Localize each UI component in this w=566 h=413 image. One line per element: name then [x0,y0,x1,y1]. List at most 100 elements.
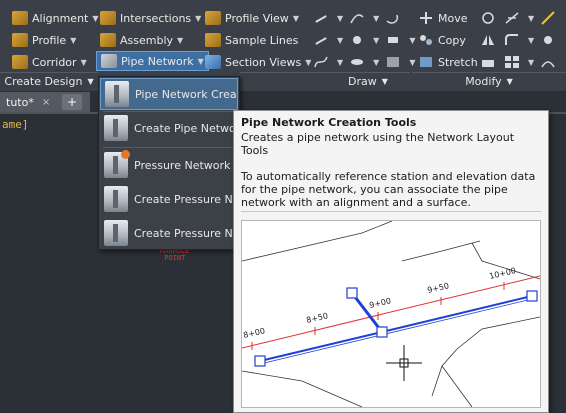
pipe-network-button[interactable]: Pipe Network ▼ [96,51,209,71]
scale-button[interactable]: ▼ [480,52,560,72]
menu-item-label: Create Pressure Netwo [134,226,238,240]
pipe-network-tools-icon [105,81,129,107]
chevron-down-icon: ▼ [373,35,380,45]
section-views-icon [205,55,221,69]
trim-icon [504,11,520,25]
chevron-down-icon: ▼ [506,77,513,86]
pipe-network-from-object-icon [104,115,128,141]
copy-label: Copy [438,33,466,47]
mirror-icon [480,33,496,47]
draw-panel-bar[interactable]: Draw ▼ [240,72,410,90]
new-tab-button[interactable]: + [62,94,82,110]
move-icon [418,11,434,25]
rotate-icon [480,11,496,25]
sample-lines-label: Sample Lines [225,33,299,47]
menu-item-pressure-network-creation-tools[interactable]: Pressure Network Crea [100,149,238,181]
structure [346,287,358,299]
menu-item-create-pressure-network-from-object[interactable]: Create Pressure Netwo [100,183,238,215]
sample-lines-icon [205,33,221,47]
profile-view-label: Profile View [225,11,289,25]
alignment-icon [12,11,28,25]
tooltip-description: Creates a pipe network using the Network… [241,131,515,157]
pipe-offset [259,298,533,365]
station-label: 9+00 [368,296,391,310]
create-design-panel-bar[interactable]: Create Design ▼ [0,72,98,90]
station-ticks [251,282,505,350]
draw-line-button[interactable]: ▼ ▼ [313,8,405,28]
intersections-button[interactable]: Intersections ▼ [100,8,201,28]
copy-button[interactable]: Copy [418,30,466,50]
chevron-down-icon: ▼ [373,57,380,67]
draw-label: Draw [348,75,377,88]
line-icon [313,11,329,25]
structure [526,290,538,302]
property-line [441,365,473,408]
menu-separator [103,147,235,148]
menu-item-pipe-network-creation-tools[interactable]: Pipe Network Creation Tools [100,78,238,110]
pipe-network-preview: 8+00 8+50 9+00 9+50 10+00 [241,220,541,408]
rectangle-icon [385,33,401,47]
station-label: 9+50 [426,281,449,295]
mirror-button[interactable]: ▼ [480,30,560,50]
spline-icon [313,55,329,69]
stretch-button[interactable]: Stretch [418,52,478,72]
chevron-down-icon: ▼ [337,13,344,23]
station-label: 8+00 [242,326,265,340]
tooltip-preview-image: 8+00 8+50 9+00 9+50 10+00 [241,220,541,408]
pressure-network-tools-icon [104,150,130,178]
stretch-icon [418,55,434,69]
drawing-text: ame] [2,118,29,131]
move-label: Move [438,11,468,25]
plus-icon: + [66,95,78,109]
property-line [241,220,393,262]
ellipse-icon [349,55,365,69]
structure [376,326,388,338]
section-views-button[interactable]: Section Views ▼ [205,52,311,72]
chevron-down-icon: ▼ [373,13,380,23]
close-icon[interactable]: × [42,97,50,108]
profile-icon [12,33,28,47]
rotate-button[interactable]: ▼ [480,8,560,28]
chevron-down-icon: ▼ [80,57,87,67]
profile-button[interactable]: Profile ▼ [12,30,76,50]
chevron-down-icon: ▼ [337,57,344,67]
pipe-network-icon [101,54,117,68]
station-label: 10+00 [488,266,516,281]
create-design-label: Create Design [4,75,83,88]
section-views-label: Section Views [225,55,302,69]
alignment-line [241,275,541,349]
sample-lines-button[interactable]: Sample Lines [205,30,298,50]
structure [254,355,266,367]
profile-view-button[interactable]: Profile View ▼ [205,8,299,28]
extend-icon [540,11,556,25]
chevron-down-icon: ▼ [87,77,94,86]
marker-line-2: POINT [164,254,186,262]
assembly-button[interactable]: Assembly ▼ [100,30,183,50]
draw-misc-button[interactable]: ▼ ▼ ▼ [313,52,415,72]
assembly-label: Assembly [120,33,174,47]
circle-icon [349,33,365,47]
corridor-icon [12,55,28,69]
alignment-button[interactable]: Alignment ▼ [12,8,99,28]
menu-item-label: Pipe Network Creation Tools [135,87,237,101]
corridor-button[interactable]: Corridor ▼ [12,52,87,72]
arc-icon [385,11,401,25]
chevron-down-icon: ▼ [305,57,312,67]
chevron-down-icon: ▼ [337,35,344,45]
copy-icon [418,33,434,47]
chevron-down-icon: ▼ [197,56,204,66]
menu-item-label: Create Pipe Network fr [134,121,238,135]
pipe-network-label: Pipe Network [121,54,194,68]
array-icon [504,55,520,69]
menu-item-create-pipe-network-from-object[interactable]: Create Pipe Network fr [100,112,238,144]
draw-hatch-button[interactable]: ▼ ▼ ▼ [313,30,415,50]
chevron-down-icon: ▼ [528,13,535,23]
menu-item-create-pressure-network-from-pipe-network[interactable]: Create Pressure Netwo [100,217,238,249]
pipe-network-dropdown: Pipe Network Creation Tools Create Pipe … [98,76,240,250]
modify-panel-bar[interactable]: Modify ▼ [412,72,566,90]
move-button[interactable]: Move [418,8,468,28]
tooltip-title: Pipe Network Creation Tools [241,116,417,129]
polyline-icon [349,11,365,25]
tooltip: Pipe Network Creation Tools Creates a pi… [233,110,549,413]
drawing-tab-label: tuto* [6,95,34,109]
